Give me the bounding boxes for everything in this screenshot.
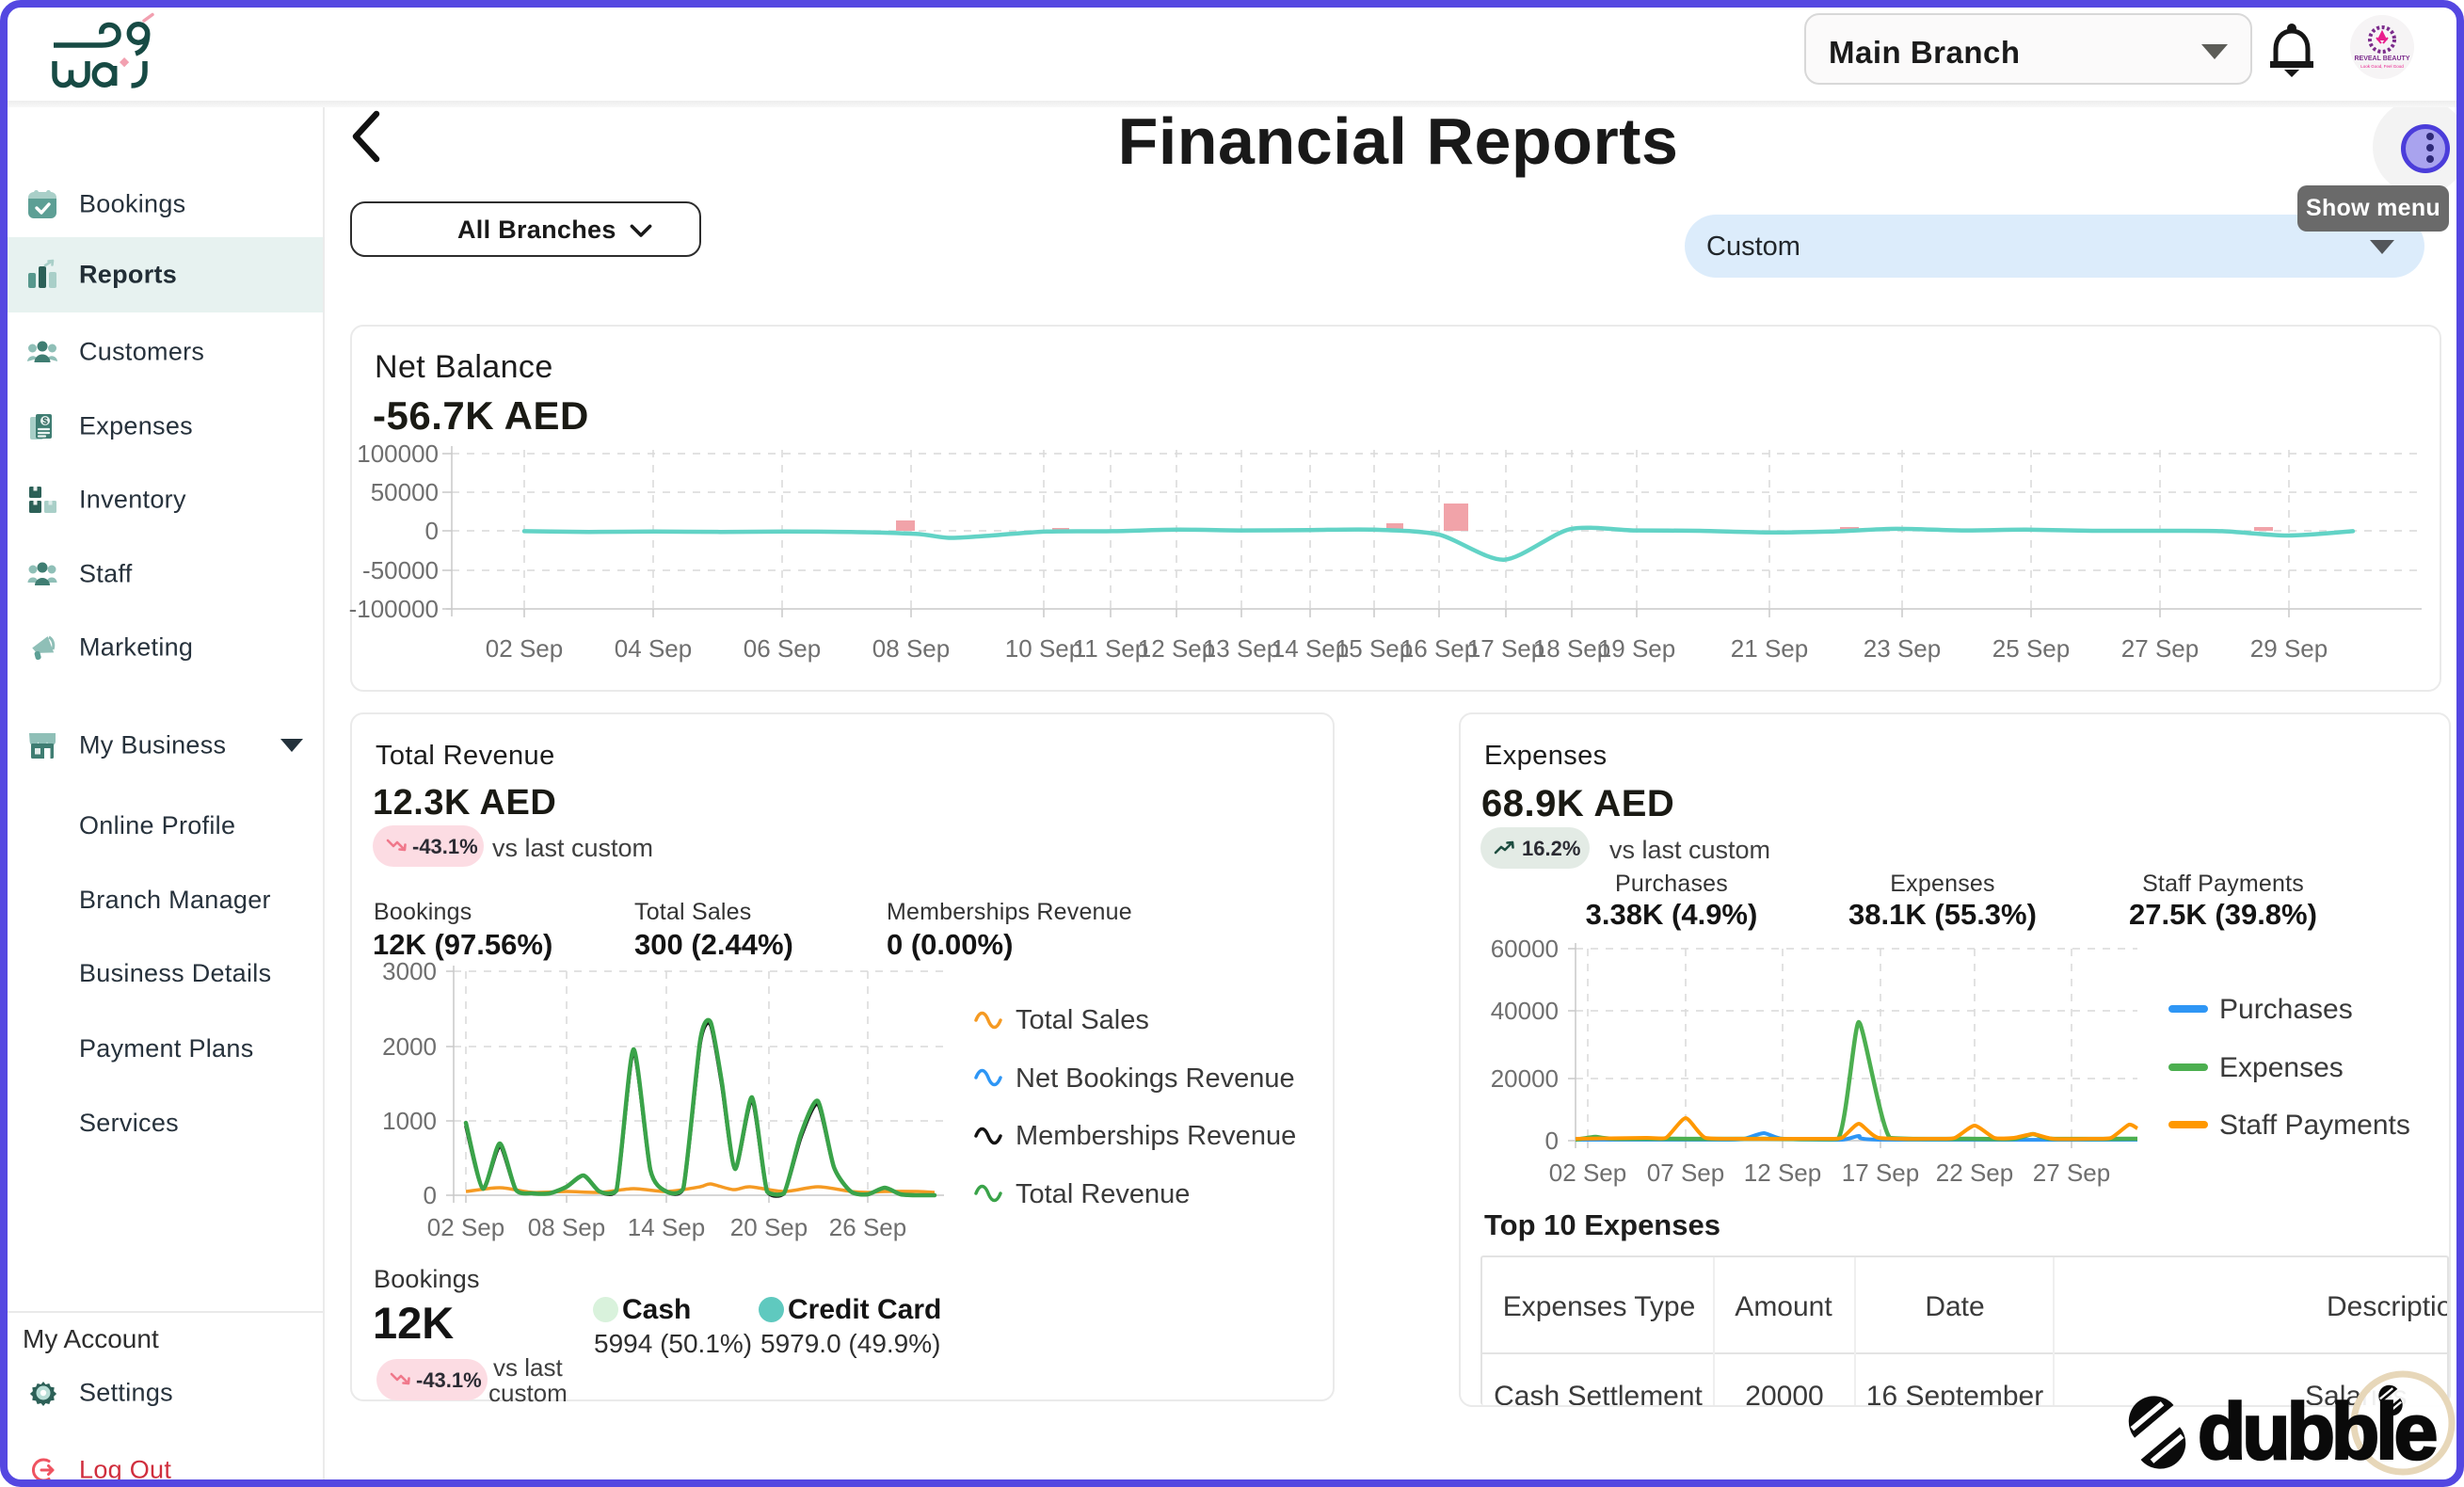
svg-text:22 Sep: 22 Sep [1936, 1159, 2013, 1187]
svg-text:Look Good, Feel Good: Look Good, Feel Good [2360, 64, 2404, 69]
svg-text:$: $ [42, 417, 48, 427]
svg-text:10 Sep: 10 Sep [1005, 634, 1082, 663]
svg-text:27 Sep: 27 Sep [2033, 1159, 2110, 1187]
svg-text:13 Sep: 13 Sep [1203, 634, 1280, 663]
svg-text:40000: 40000 [1491, 997, 1559, 1025]
svg-text:21 Sep: 21 Sep [1731, 634, 1808, 663]
svg-text:20 Sep: 20 Sep [730, 1213, 808, 1241]
svg-text:02 Sep: 02 Sep [427, 1213, 504, 1241]
svg-text:08 Sep: 08 Sep [528, 1213, 605, 1241]
svg-text:02 Sep: 02 Sep [486, 634, 563, 663]
svg-text:14 Sep: 14 Sep [628, 1213, 705, 1241]
svg-text:07 Sep: 07 Sep [1647, 1159, 1724, 1187]
svg-text:23 Sep: 23 Sep [1864, 634, 1941, 663]
svg-text:29 Sep: 29 Sep [2250, 634, 2328, 663]
svg-text:02 Sep: 02 Sep [1549, 1159, 1626, 1187]
svg-text:0: 0 [425, 517, 439, 545]
svg-text:25 Sep: 25 Sep [1992, 634, 2070, 663]
svg-text:27 Sep: 27 Sep [2121, 634, 2199, 663]
svg-text:26 Sep: 26 Sep [829, 1213, 906, 1241]
svg-text:06 Sep: 06 Sep [744, 634, 821, 663]
svg-text:-100000: -100000 [349, 595, 439, 623]
svg-text:17 Sep: 17 Sep [1842, 1159, 1919, 1187]
svg-text:REVEAL BEAUTY: REVEAL BEAUTY [2355, 56, 2410, 62]
svg-text:20000: 20000 [1491, 1064, 1559, 1093]
svg-text:19 Sep: 19 Sep [1598, 634, 1675, 663]
svg-text:3000: 3000 [382, 957, 437, 985]
svg-text:50000: 50000 [371, 478, 439, 506]
svg-text:0: 0 [424, 1181, 437, 1209]
svg-text:2000: 2000 [382, 1032, 437, 1061]
svg-text:-50000: -50000 [362, 556, 439, 584]
svg-text:04 Sep: 04 Sep [615, 634, 692, 663]
svg-text:60000: 60000 [1491, 935, 1559, 963]
svg-text:1000: 1000 [382, 1107, 437, 1135]
svg-text:100000: 100000 [357, 440, 439, 468]
svg-text:12 Sep: 12 Sep [1744, 1159, 1821, 1187]
svg-text:08 Sep: 08 Sep [872, 634, 950, 663]
svg-text:dubble: dubble [2198, 1387, 2436, 1476]
svg-text:0: 0 [1545, 1127, 1559, 1155]
